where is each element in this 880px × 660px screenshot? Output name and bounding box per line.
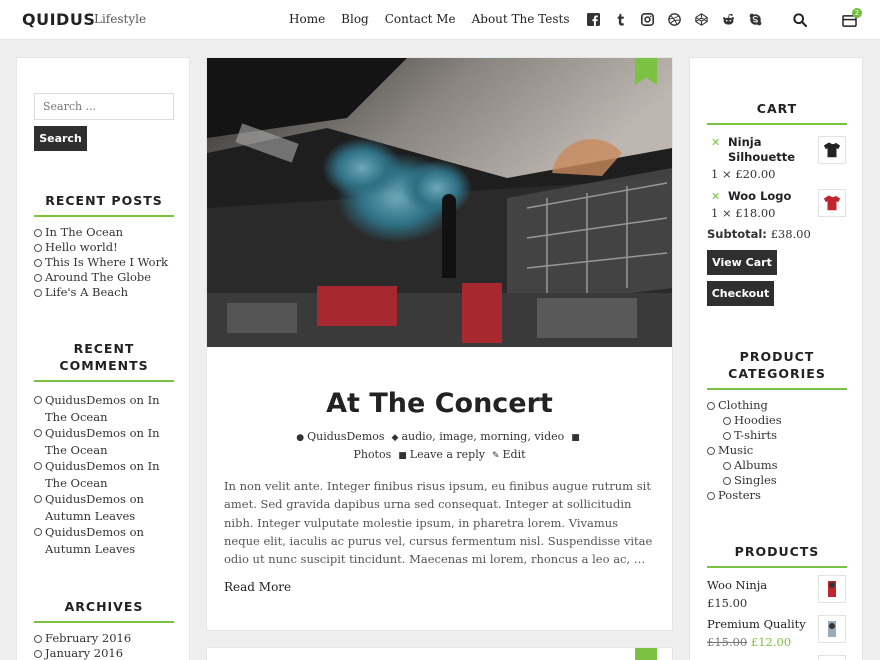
nav-blog[interactable]: Blog	[341, 12, 369, 26]
category-link[interactable]: Music	[707, 443, 782, 458]
cart-item-thumbnail	[818, 136, 846, 164]
dribbble-icon[interactable]	[667, 11, 681, 27]
recent-comments-list: QuidusDemos on In The Ocean QuidusDemos o…	[34, 392, 179, 557]
cart-count-badge: 2	[852, 8, 862, 18]
cart-item-name[interactable]: Ninja Silhouette	[728, 135, 795, 165]
remove-icon[interactable]: ✕	[711, 190, 720, 203]
comment-item[interactable]: QuidusDemos on In The Ocean	[34, 425, 179, 458]
cart-item-thumbnail	[818, 189, 846, 217]
post-featured-image[interactable]	[207, 58, 672, 347]
post-tags[interactable]: audio, image, morning, video	[401, 430, 564, 443]
pencil-icon: ✎	[491, 451, 500, 461]
archives-list: February 2016 January 2016	[34, 631, 131, 660]
product-categories-list: Clothing Hoodies T-shirts Music Albums S…	[707, 398, 782, 503]
product-thumbnail[interactable]	[818, 655, 846, 660]
cart-title: CART	[707, 100, 847, 125]
search-input[interactable]: Search ...	[34, 93, 174, 120]
social-links	[586, 11, 775, 27]
reddit-icon[interactable]	[721, 11, 735, 27]
recent-posts-list: In The Ocean Hello world! This Is Where …	[34, 225, 168, 300]
cart-item-qty: 1 × £18.00	[711, 206, 776, 220]
post-meta: ● QuidusDemos ◆ audio, image, morning, vid…	[207, 430, 672, 443]
category-link[interactable]: Singles	[723, 473, 782, 488]
instagram-icon[interactable]	[640, 11, 654, 27]
product-categories-title: PRODUCT CATEGORIES	[707, 348, 847, 390]
recent-post-link[interactable]: This Is Where I Work	[34, 255, 168, 270]
site-header: QUIDUS Lifestyle Home Blog Contact Me Ab…	[0, 0, 880, 40]
main-nav: Home Blog Contact Me About The Tests⌄	[289, 12, 631, 26]
product-price: £15.00 £12.00	[707, 635, 792, 649]
recent-post-link[interactable]: Hello world!	[34, 240, 168, 255]
archives-title: ARCHIVES	[34, 598, 174, 623]
recent-post-link[interactable]: In The Ocean	[34, 225, 168, 240]
nav-contact[interactable]: Contact Me	[385, 12, 456, 26]
post-title[interactable]: At The Concert	[207, 388, 672, 419]
category-link[interactable]: T-shirts	[723, 428, 782, 443]
product-thumbnail[interactable]	[818, 615, 846, 643]
post-category[interactable]: Photos	[353, 448, 391, 461]
product-thumbnail[interactable]	[818, 575, 846, 603]
recent-post-link[interactable]: Life's A Beach	[34, 285, 168, 300]
edit-link[interactable]: Edit	[503, 448, 526, 461]
search-icon[interactable]	[793, 12, 808, 31]
checkout-button[interactable]: Checkout	[707, 281, 774, 306]
skype-icon[interactable]	[748, 11, 762, 27]
recent-post-link[interactable]: Around The Globe	[34, 270, 168, 285]
right-sidebar: CART ✕ Ninja Silhouette 1 × £20.00 ✕ Woo …	[689, 57, 863, 660]
cart-subtotal: Subtotal: £38.00	[707, 227, 811, 241]
tumblr-icon[interactable]	[613, 11, 627, 27]
nav-home[interactable]: Home	[289, 12, 325, 26]
folder-icon: ■	[571, 433, 580, 443]
category-link[interactable]: Albums	[723, 458, 782, 473]
product-name[interactable]: Premium Quality	[707, 617, 806, 631]
comment-item[interactable]: QuidusDemos on In The Ocean	[34, 458, 179, 491]
category-link[interactable]: Hoodies	[723, 413, 782, 428]
read-more-link[interactable]: Read More	[224, 580, 291, 594]
user-icon: ●	[296, 433, 305, 443]
left-sidebar: Search ... Search RECENT POSTS In The Oc…	[16, 57, 190, 660]
view-cart-button[interactable]: View Cart	[707, 250, 777, 275]
products-title: PRODUCTS	[707, 543, 847, 568]
category-link[interactable]: Clothing	[707, 398, 782, 413]
remove-icon[interactable]: ✕	[711, 136, 720, 149]
recent-posts-title: RECENT POSTS	[34, 192, 174, 217]
post-card: At The Concert ● QuidusDemos ◆ audio, imag…	[206, 57, 673, 631]
site-logo[interactable]: QUIDUS	[22, 10, 95, 29]
archive-link[interactable]: January 2016	[34, 646, 131, 660]
post-excerpt: In non velit ante. Integer finibus risus…	[224, 479, 653, 567]
recent-comments-title: RECENT COMMENTS	[34, 340, 174, 382]
tag-icon: ◆	[391, 433, 399, 443]
category-link[interactable]: Posters	[707, 488, 782, 503]
search-button[interactable]: Search	[34, 126, 87, 151]
bookmark-ribbon-icon	[635, 648, 657, 660]
concert-photo	[207, 58, 672, 347]
cart-item-name[interactable]: Woo Logo	[728, 189, 791, 204]
leave-reply-link[interactable]: Leave a reply	[410, 448, 485, 461]
next-post-card	[206, 647, 673, 660]
post-author[interactable]: QuidusDemos	[307, 430, 384, 443]
comment-item[interactable]: QuidusDemos on Autumn Leaves	[34, 524, 179, 557]
post-meta-2: Photos ■ Leave a reply ✎ Edit	[207, 448, 672, 461]
comment-item[interactable]: QuidusDemos on Autumn Leaves	[34, 491, 179, 524]
cart-item-qty: 1 × £20.00	[711, 167, 776, 181]
facebook-icon[interactable]	[586, 11, 600, 27]
codepen-icon[interactable]	[694, 11, 708, 27]
product-name[interactable]: Woo Ninja	[707, 578, 767, 592]
product-price: £15.00	[707, 596, 748, 610]
comment-item[interactable]: QuidusDemos on In The Ocean	[34, 392, 179, 425]
archive-link[interactable]: February 2016	[34, 631, 131, 646]
site-tagline: Lifestyle	[94, 12, 147, 26]
comment-icon: ■	[398, 451, 407, 461]
